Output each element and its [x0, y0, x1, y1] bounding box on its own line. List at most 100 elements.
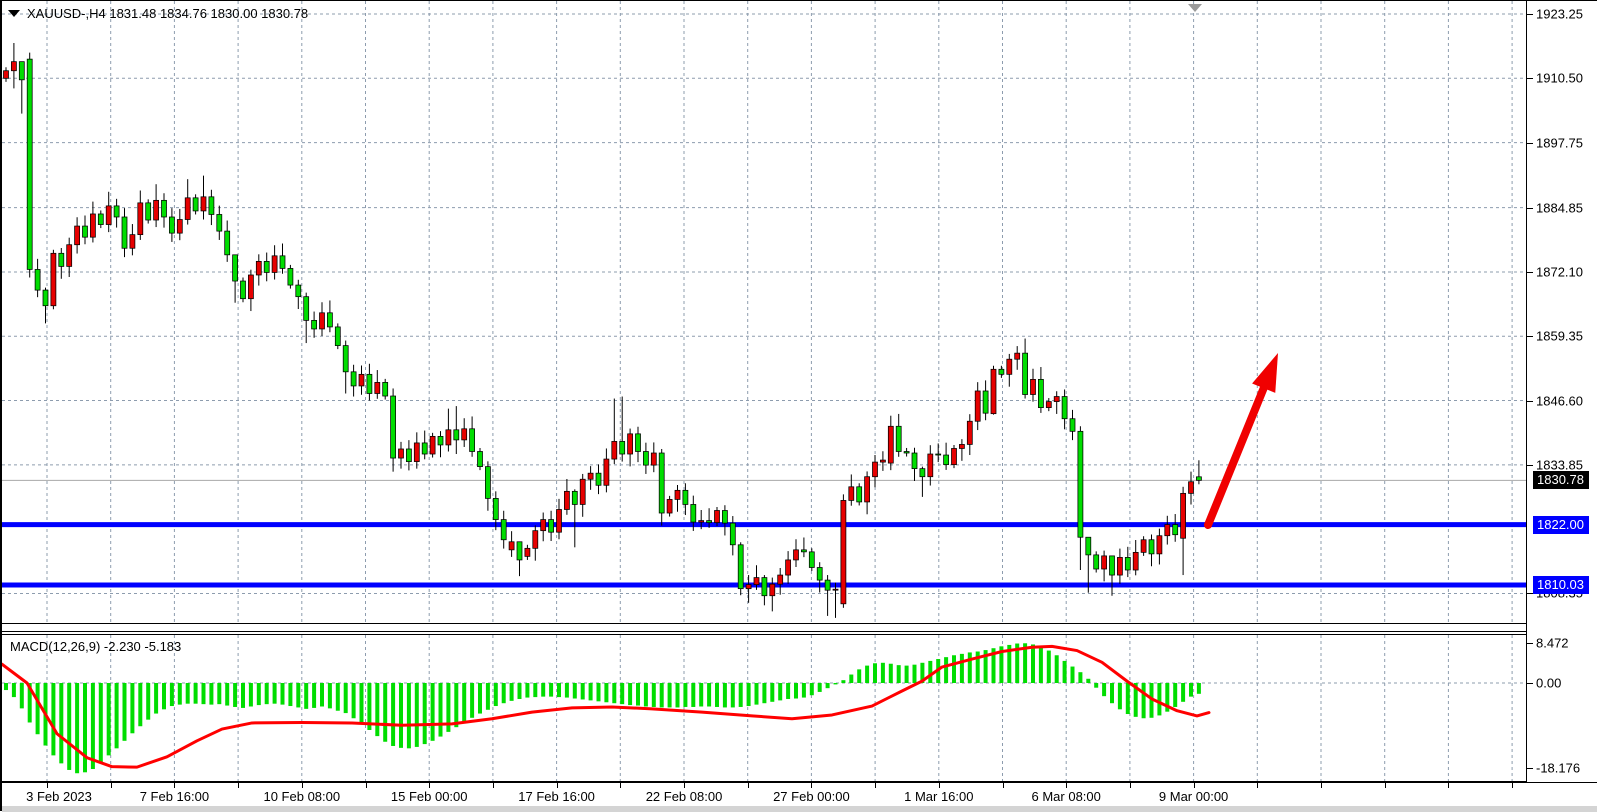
macd-histogram-bar — [1063, 661, 1067, 683]
macd-histogram-bar — [826, 683, 830, 688]
macd-histogram-bar — [960, 654, 964, 683]
time-axis-label: 10 Feb 08:00 — [263, 789, 340, 804]
macd-histogram-bar — [581, 683, 585, 699]
macd-histogram-bar — [115, 683, 119, 748]
macd-histogram-bar — [1071, 667, 1075, 683]
macd-histogram-bar — [1039, 647, 1043, 683]
macd-histogram-bar — [99, 683, 103, 763]
macd-histogram-bar — [762, 683, 766, 703]
time-axis-tick — [939, 783, 940, 788]
macd-histogram-bar — [273, 683, 277, 704]
macd-histogram-bar — [91, 683, 95, 769]
chart-header: XAUUSD-,H4 1831.48 1834.76 1830.00 1830.… — [8, 6, 308, 21]
time-axis-tick — [1448, 783, 1449, 788]
time-axis-label: 7 Feb 16:00 — [140, 789, 209, 804]
macd-histogram-bar — [628, 683, 632, 705]
macd-histogram-bar — [1102, 683, 1106, 696]
macd-histogram-bar — [130, 683, 134, 733]
macd-axis-label: 8.472 — [1536, 636, 1569, 651]
price-axis-tick — [1527, 143, 1533, 144]
time-axis-tick — [366, 783, 367, 788]
macd-axis-tick — [1527, 643, 1533, 644]
macd-histogram-bar — [857, 669, 861, 683]
time-axis-tick — [429, 783, 430, 788]
price-axis[interactable]: 1923.251910.501897.751884.851872.101859.… — [1527, 1, 1597, 782]
price-axis-label: 1910.50 — [1536, 71, 1583, 86]
macd-histogram-bar — [699, 683, 703, 707]
macd-histogram-bar — [399, 683, 403, 748]
time-axis-label: 15 Feb 00:00 — [391, 789, 468, 804]
price-axis-tick — [1527, 208, 1533, 209]
macd-histogram-bar — [194, 683, 198, 704]
macd-indicator-label: MACD(12,26,9) -2.230 -5.183 — [10, 639, 181, 654]
macd-histogram-bar — [51, 683, 55, 755]
time-axis-tick — [111, 783, 112, 788]
macd-axis-tick — [1527, 768, 1533, 769]
macd-histogram-bar — [794, 683, 798, 699]
time-axis-tick — [47, 783, 48, 788]
time-axis-tick — [684, 783, 685, 788]
price-axis-tick — [1527, 14, 1533, 15]
bid-price-tag[interactable]: 1830.78 — [1533, 471, 1589, 489]
time-axis-label: 27 Feb 00:00 — [773, 789, 850, 804]
macd-histogram-bar — [138, 683, 142, 726]
symbol-ohlc-text: XAUUSD-,H4 1831.48 1834.76 1830.00 1830.… — [27, 6, 308, 21]
macd-histogram-bar — [549, 683, 553, 697]
macd-histogram-bar — [652, 683, 656, 707]
macd-histogram-bar — [834, 683, 838, 684]
symbol-dropdown-icon[interactable] — [8, 10, 20, 17]
macd-histogram-bar — [154, 683, 158, 714]
price-axis-tick — [1527, 465, 1533, 466]
macd-histogram-bar — [968, 652, 972, 683]
panel-separator-line1 — [2, 631, 1597, 632]
macd-histogram-bar — [676, 683, 680, 707]
macd-histogram-bar — [731, 683, 735, 707]
macd-histogram-bar — [391, 683, 395, 746]
time-axis-label: 22 Feb 08:00 — [646, 789, 723, 804]
time-axis-label: 9 Mar 00:00 — [1159, 789, 1228, 804]
panel-separator-line2 — [2, 634, 1597, 635]
macd-histogram-bar — [841, 680, 845, 683]
price-axis-tick — [1527, 336, 1533, 337]
macd-histogram-bar — [304, 683, 308, 709]
macd-histogram-bar — [209, 683, 213, 705]
macd-histogram-bar — [668, 683, 672, 707]
price-axis-label: 1833.85 — [1536, 457, 1583, 472]
price-axis-label: 1897.75 — [1536, 135, 1583, 150]
time-axis-tick — [811, 783, 812, 788]
macd-histogram-bar — [249, 683, 253, 707]
macd-histogram-bar — [510, 683, 514, 701]
macd-histogram-bar — [494, 683, 498, 706]
macd-histogram-bar — [478, 683, 482, 714]
macd-histogram-bar — [1078, 672, 1082, 683]
price-axis-tick — [1527, 272, 1533, 273]
support-price-tag[interactable]: 1810.03 — [1533, 576, 1589, 594]
macd-histogram-bar — [644, 683, 648, 707]
macd-indicator-chart[interactable] — [2, 1, 1527, 812]
macd-histogram-bar — [186, 683, 190, 704]
time-axis-tick — [302, 783, 303, 788]
macd-histogram-bar — [202, 683, 206, 704]
macd-histogram-bar — [1181, 683, 1185, 702]
time-axis[interactable]: 3 Feb 20237 Feb 16:0010 Feb 08:0015 Feb … — [2, 782, 1597, 807]
panel-separator-top[interactable] — [2, 623, 1597, 624]
time-axis-tick — [1321, 783, 1322, 788]
macd-axis-tick — [1527, 683, 1533, 684]
macd-histogram-bar — [431, 683, 435, 741]
resistance-price-tag[interactable]: 1822.00 — [1533, 516, 1589, 534]
macd-histogram-bar — [454, 683, 458, 727]
macd-histogram-bar — [328, 683, 332, 708]
autoscroll-marker-icon[interactable] — [1188, 4, 1202, 12]
macd-histogram-bar — [715, 683, 719, 707]
time-axis-tick — [1512, 783, 1513, 788]
macd-histogram-bar — [320, 683, 324, 707]
macd-histogram-bar — [683, 683, 687, 707]
macd-histogram-bar — [296, 683, 300, 707]
macd-histogram-bar — [1094, 683, 1098, 688]
time-axis-tick — [875, 783, 876, 788]
macd-histogram-bar — [1126, 683, 1130, 714]
time-axis-tick — [1066, 783, 1067, 788]
macd-histogram-bar — [913, 665, 917, 683]
macd-histogram-bar — [375, 683, 379, 736]
price-axis-tick — [1527, 78, 1533, 79]
